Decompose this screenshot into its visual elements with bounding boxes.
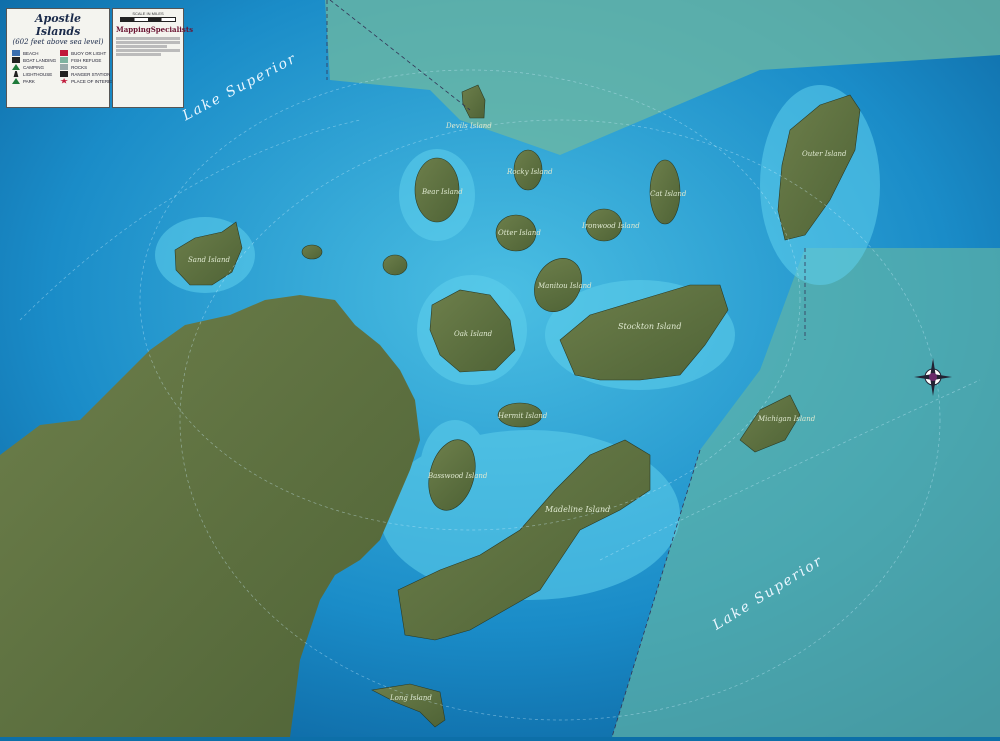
star-icon xyxy=(60,78,68,84)
compass-rose-icon xyxy=(914,358,952,396)
legend-subtitle: (602 feet above sea level) xyxy=(12,38,104,46)
legend-item: LIGHTHOUSE xyxy=(12,71,56,77)
island-label-stockton: Stockton Island xyxy=(618,322,682,331)
rocks-icon xyxy=(60,64,69,70)
ranger-station-icon xyxy=(60,71,69,77)
scale-bar xyxy=(120,17,176,22)
island-label-hermit: Hermit Island xyxy=(498,412,548,420)
legend-item: BEACH xyxy=(12,50,56,56)
legend-item: PLACE OF INTEREST xyxy=(60,78,117,84)
island-label-basswood: Basswood Island xyxy=(428,472,488,480)
legend-item: BOAT LANDING xyxy=(12,57,56,63)
island-label-madeline: Madeline Island xyxy=(545,505,611,514)
beach-icon xyxy=(12,50,20,56)
island-label-long: Long Island xyxy=(390,694,432,702)
park-icon xyxy=(12,78,20,84)
island-label-oak: Oak Island xyxy=(454,330,493,338)
island-label-sand: Sand Island xyxy=(188,256,230,264)
map-info-box: SCALE IN MILES MappingSpecialists xyxy=(112,8,194,108)
legend-item: PARK xyxy=(12,78,56,84)
island-label-michigan: Michigan Island xyxy=(758,415,816,423)
fish-refuge-icon xyxy=(60,57,69,63)
eagle-island xyxy=(301,244,323,260)
island-label-outer: Outer Island xyxy=(802,150,847,158)
island-label-manitou: Manitou Island xyxy=(538,282,592,290)
island-label-devils: Devils Island xyxy=(446,122,492,130)
lighthouse-icon xyxy=(13,71,19,77)
island-label-cat: Cat Island xyxy=(650,190,687,198)
legend-item: BUOY OR LIGHT xyxy=(60,50,117,56)
legend-item: ROCKS xyxy=(60,64,117,70)
buoy-icon xyxy=(60,50,69,56)
camping-icon xyxy=(12,64,20,70)
island-label-rocky: Rocky Island xyxy=(507,168,553,176)
legend-item: CAMPING xyxy=(12,64,56,70)
york-island xyxy=(382,254,408,276)
island-label-ironwood: Ironwood Island xyxy=(582,222,640,230)
map-legend: Apostle Islands (602 feet above sea leve… xyxy=(6,8,117,108)
legend-title: Apostle Islands xyxy=(34,12,81,38)
scale-label: SCALE IN MILES xyxy=(132,11,164,16)
legend-items: BEACH BUOY OR LIGHT BOAT LANDING FISH RE… xyxy=(12,50,117,84)
legend-item: RANGER STATION xyxy=(60,71,117,77)
map-canvas[interactable]: Lake Superior Lake Superior Sand Island … xyxy=(0,0,1000,738)
fine-print xyxy=(116,37,180,56)
boat-landing-icon xyxy=(12,57,20,63)
legend-item: FISH REFUGE xyxy=(60,57,117,63)
island-label-bear: Bear Island xyxy=(422,188,463,196)
brand-logo: MappingSpecialists xyxy=(116,25,194,34)
map-svg xyxy=(0,0,1000,738)
island-label-otter: Otter Island xyxy=(498,229,541,237)
